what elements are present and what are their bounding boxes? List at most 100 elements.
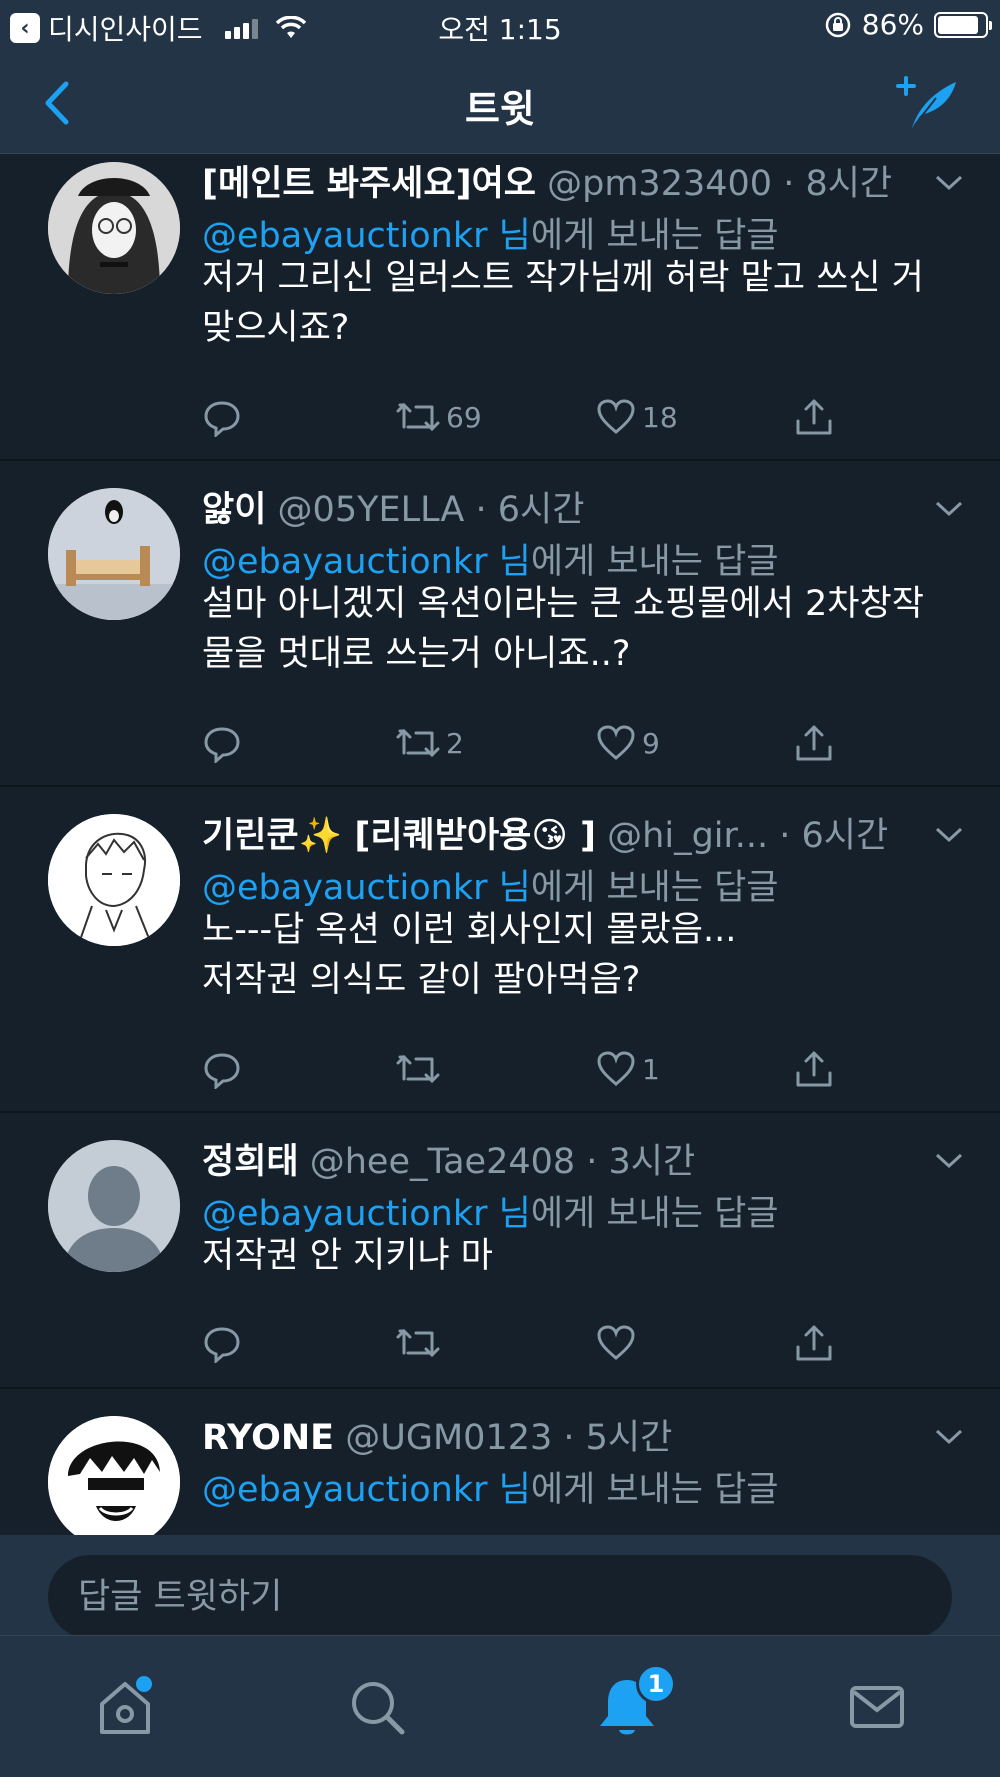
reply-suffix: 에게 보내는 답글 [530,868,779,908]
mention-link[interactable]: @ebayauctionkr 님 [202,868,531,908]
like-count: 9 [642,726,660,760]
retweet-icon [396,1054,440,1084]
like-button[interactable] [596,1321,642,1365]
tab-notifications[interactable]: 1 [592,1664,676,1742]
user-handle[interactable]: @pm323400 [547,164,772,204]
share-button[interactable] [794,1321,834,1365]
tweet-item[interactable]: 기린쿤✨ [리퀘받아용😘 ] @hi_gir... · 6시간 @ebayauc… [0,787,1000,1113]
user-display-name[interactable]: 정희태 [202,1142,299,1182]
user-handle[interactable]: @05YELLA [278,490,465,530]
tab-messages[interactable] [842,1672,912,1742]
user-display-name[interactable]: 기린쿤✨ [리퀘받아용😘 ] [202,816,596,856]
tweet-actions [202,1321,842,1365]
retweet-icon [396,728,440,758]
share-button[interactable] [794,1047,834,1091]
mention-link[interactable]: @ebayauctionkr 님 [202,1194,531,1234]
tweet-time: · 3시간 [586,1142,696,1182]
replying-to: @ebayauctionkr 님에게 보내는 답글 [202,1461,778,1512]
user-display-name[interactable]: [메인트 봐주세요]여오 [202,164,536,204]
reply-button[interactable] [202,721,242,765]
new-content-dot [136,1676,152,1692]
tweet-item[interactable]: RYONE @UGM0123 · 5시간 @ebayauctionkr 님에게 … [0,1389,1000,1535]
reply-icon [204,401,240,437]
reply-button[interactable] [202,1047,242,1091]
tweet-item[interactable]: 정희태 @hee_Tae2408 · 3시간 @ebayauctionkr 님에… [0,1113,1000,1389]
reply-icon [204,1327,240,1363]
tweet-header: 정희태 @hee_Tae2408 · 3시간 [202,1133,940,1184]
user-handle[interactable]: @hi_gir... [607,816,768,856]
reply-button[interactable] [202,395,242,439]
heart-icon [597,1051,635,1086]
tweet-text-line: 저작권 의식도 같이 팔아먹음? [202,960,641,1000]
chevron-down-icon[interactable] [934,1427,964,1447]
tweet-time: · 6시간 [779,816,889,856]
mention-link[interactable]: @ebayauctionkr 님 [202,1470,531,1510]
nav-bar: 트윗 [0,50,1000,154]
avatar-illustration [48,814,180,946]
compose-tweet-icon[interactable] [896,72,960,132]
retweet-icon [396,402,440,432]
like-button[interactable]: 9 [596,721,660,765]
chevron-down-icon[interactable] [934,1151,964,1171]
page-title: 트윗 [465,87,535,131]
mention-link[interactable]: @ebayauctionkr 님 [202,216,531,256]
avatar[interactable] [48,1416,180,1535]
tweet-time: · 6시간 [475,490,585,530]
tweet-header: 기린쿤✨ [리퀘받아용😘 ] @hi_gir... · 6시간 [202,807,940,858]
reply-feed[interactable]: [메인트 봐주세요]여오 @pm323400 · 8시간 @ebayauctio… [0,155,1000,1535]
tweet-actions: 2 9 [202,721,842,765]
share-icon [796,1325,832,1361]
heart-icon [597,725,635,760]
retweet-count: 2 [446,726,464,760]
status-bar: ‹ 디시인사이드 오전 1:15 86% [0,0,1000,50]
tweet-text: 저거 그리신 일러스트 작가님께 허락 맡고 쓰신 거 맞으시죠? [202,253,950,353]
avatar-illustration [48,1416,180,1535]
tweet-text-line: 노---답 옥션 이런 회사인지 몰랐음... [202,910,737,950]
search-icon [352,1682,405,1735]
tweet-text: 노---답 옥션 이런 회사인지 몰랐음... 저작권 의식도 같이 팔아먹음? [202,905,950,1005]
reply-button[interactable] [202,1321,242,1365]
reply-bar [0,1535,1000,1639]
replying-to: @ebayauctionkr 님에게 보내는 답글 [202,859,778,910]
tweet-text-line: 물을 멋대로 쓰는거 아니죠..? [202,634,631,674]
tweet-text-line: 맞으시죠? [202,308,350,348]
tweet-header: 앓이 @05YELLA · 6시간 [202,481,940,532]
mention-link[interactable]: @ebayauctionkr 님 [202,542,531,582]
user-handle[interactable]: @hee_Tae2408 [310,1142,575,1182]
heart-icon [597,1325,635,1360]
avatar[interactable] [48,1140,180,1272]
tweet-text-line: 저거 그리신 일러스트 작가님께 허락 맡고 쓰신 거 [202,258,924,298]
user-display-name[interactable]: 앓이 [202,490,266,530]
chevron-down-icon[interactable] [934,825,964,845]
tab-search[interactable] [342,1672,412,1742]
share-button[interactable] [794,721,834,765]
tweet-text: 설마 아니겠지 옥션이라는 큰 쇼핑몰에서 2차창작 물을 멋대로 쓰는거 아니… [202,579,950,679]
avatar[interactable] [48,814,180,946]
reply-suffix: 에게 보내는 답글 [530,1470,779,1510]
reply-icon [204,1053,240,1089]
tab-home[interactable] [90,1672,160,1742]
like-button[interactable]: 18 [596,395,678,439]
chevron-down-icon[interactable] [934,499,964,519]
tweet-time: · 8시간 [783,164,893,204]
tweet-item[interactable]: 앓이 @05YELLA · 6시간 @ebayauctionkr 님에게 보내는… [0,461,1000,787]
tweet-actions: 69 18 [202,395,842,439]
avatar[interactable] [48,162,180,294]
retweet-button[interactable] [396,1047,446,1091]
tweet-item[interactable]: [메인트 봐주세요]여오 @pm323400 · 8시간 @ebayauctio… [0,155,1000,461]
chevron-down-icon[interactable] [934,173,964,193]
retweet-button[interactable]: 69 [396,395,482,439]
replying-to: @ebayauctionkr 님에게 보내는 답글 [202,533,778,584]
reply-icon [204,727,240,763]
user-handle[interactable]: @UGM0123 [345,1418,552,1458]
avatar[interactable] [48,488,180,620]
share-button[interactable] [794,395,834,439]
battery-fill [938,15,978,34]
reply-suffix: 에게 보내는 답글 [530,216,779,256]
battery-icon [934,11,992,38]
user-display-name[interactable]: RYONE [202,1418,334,1458]
like-button[interactable]: 1 [596,1047,660,1091]
retweet-button[interactable] [396,1321,446,1365]
retweet-button[interactable]: 2 [396,721,464,765]
reply-tweet-input[interactable] [48,1555,952,1639]
